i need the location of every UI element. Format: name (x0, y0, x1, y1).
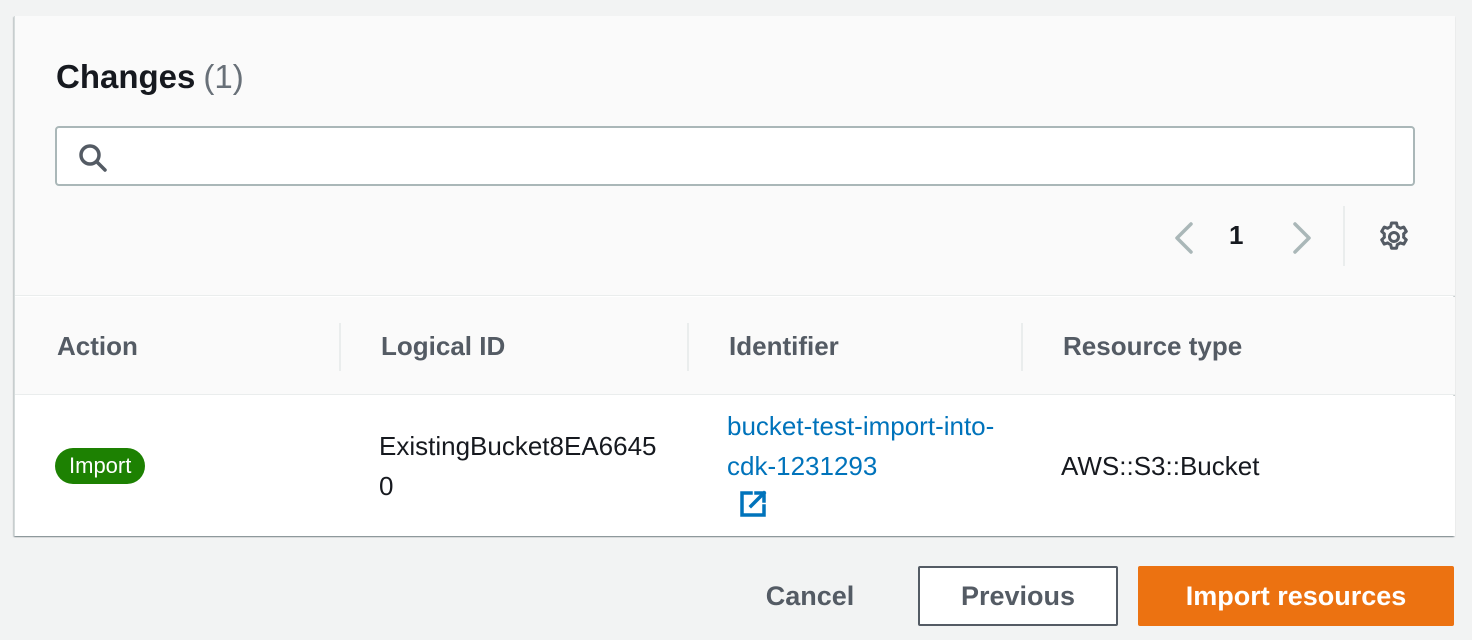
changes-panel: Changes (1) 1 Action Logical ID Identifi… (14, 16, 1455, 536)
column-header-identifier: Identifier (729, 331, 839, 361)
identifier-link[interactable]: bucket-test-import-into-cdk-1231293 (727, 406, 997, 486)
page-number[interactable]: 1 (1229, 220, 1243, 251)
import-resources-button[interactable]: Import resources (1138, 566, 1454, 626)
column-separator (1021, 323, 1023, 371)
chevron-left-icon[interactable] (1169, 218, 1199, 258)
column-header-logical-id: Logical ID (381, 331, 506, 361)
column-header-resource-type: Resource type (1063, 331, 1243, 361)
panel-header: Changes (1) 1 (15, 16, 1455, 296)
resource-type-cell: AWS::S3::Bucket (1061, 451, 1260, 481)
panel-count: (1) (203, 58, 244, 95)
search-icon (79, 144, 107, 172)
search-box[interactable] (55, 126, 1415, 186)
table-row: Import ExistingBucket8EA66450 bucket-tes… (15, 396, 1455, 536)
chevron-right-icon[interactable] (1287, 218, 1317, 258)
table-header: Action Logical ID Identifier Resource ty… (15, 297, 1455, 395)
search-input[interactable] (121, 136, 1401, 176)
gear-icon[interactable] (1377, 220, 1411, 254)
external-link-icon[interactable] (737, 488, 769, 520)
action-badge: Import (55, 448, 146, 484)
panel-title-text: Changes (56, 58, 196, 95)
logical-id-cell: ExistingBucket8EA66450 (379, 431, 657, 501)
column-separator (687, 323, 689, 371)
column-separator (339, 323, 341, 371)
pagination-divider (1343, 206, 1345, 266)
column-header-action: Action (57, 331, 138, 361)
cancel-button[interactable]: Cancel (740, 566, 880, 626)
panel-title: Changes (1) (56, 58, 244, 96)
previous-button[interactable]: Previous (918, 566, 1118, 626)
